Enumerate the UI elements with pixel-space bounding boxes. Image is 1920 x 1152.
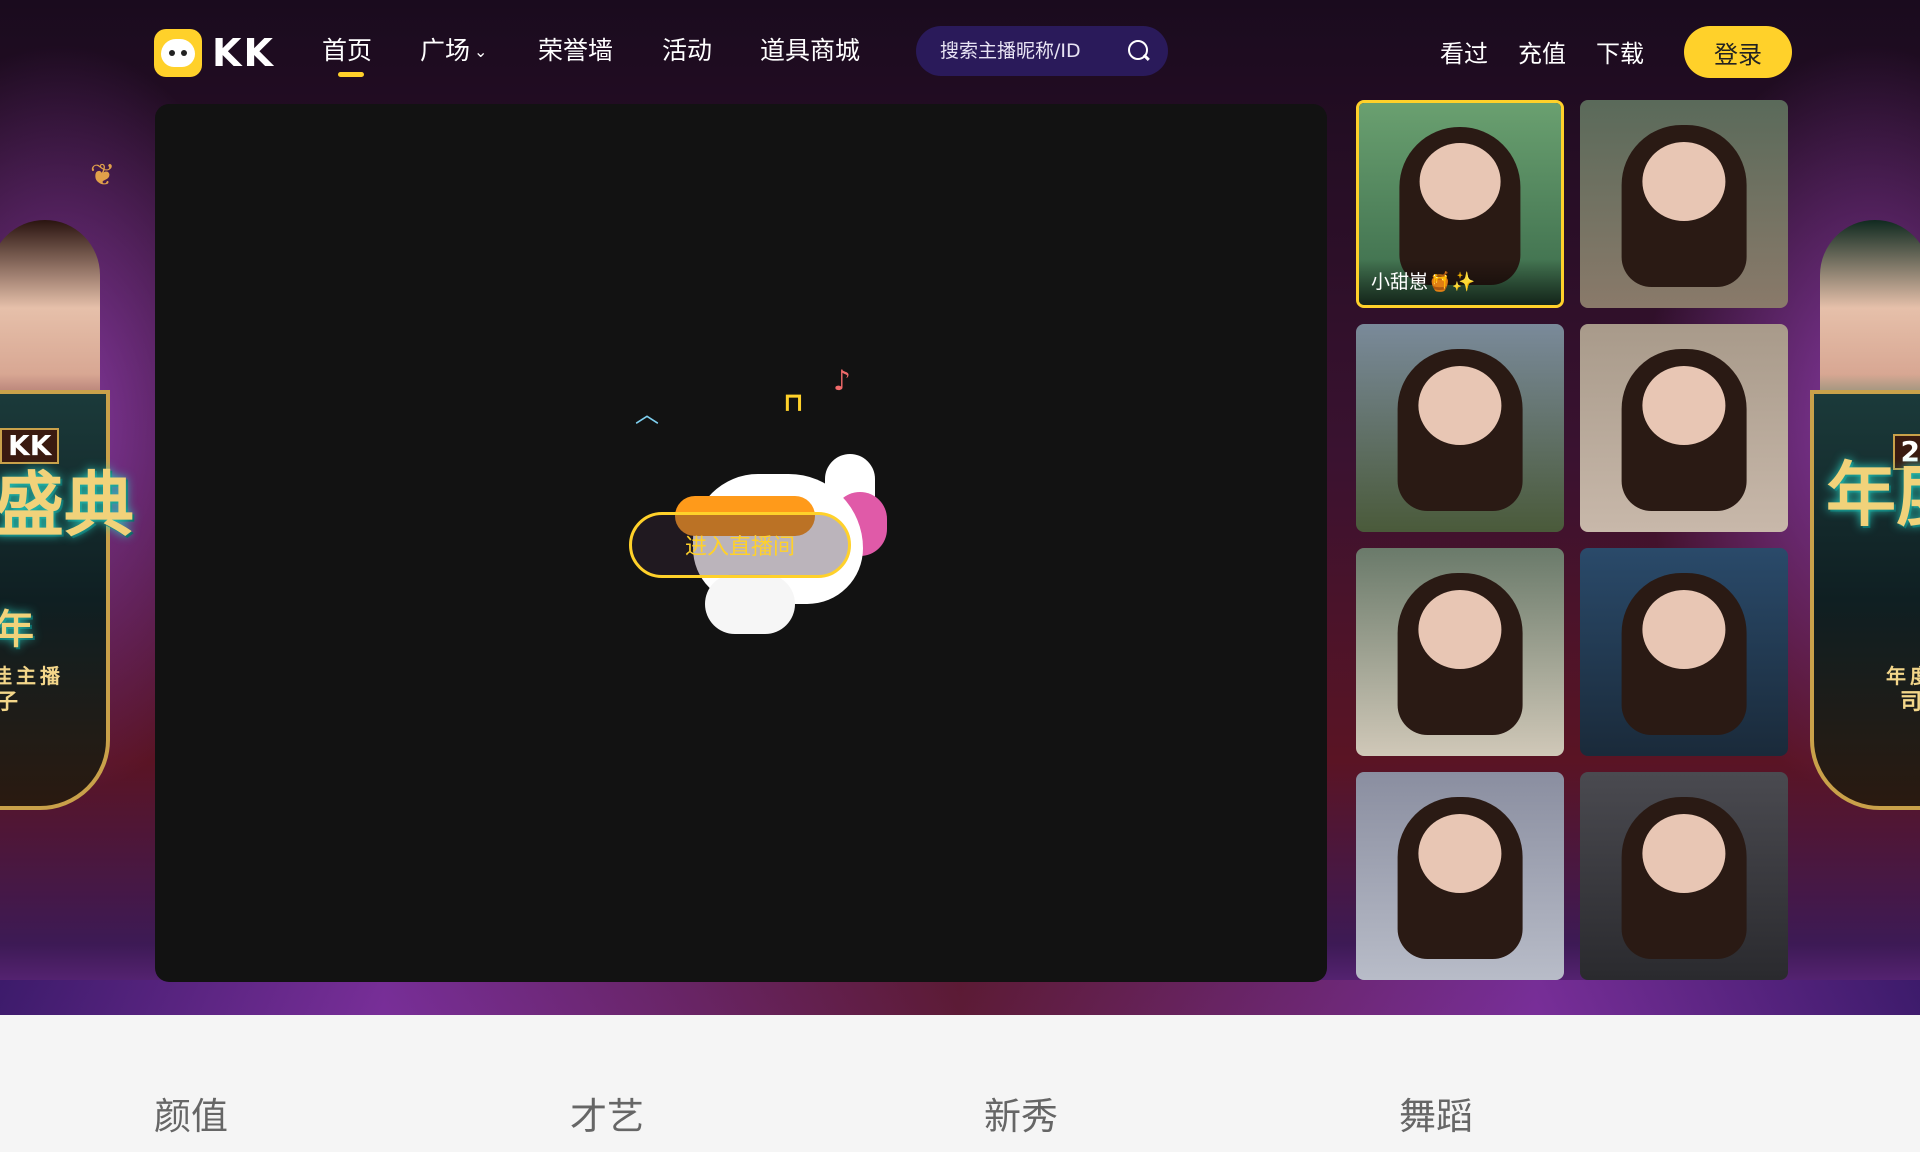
category-dance[interactable]: 舞蹈: [1399, 1086, 1473, 1140]
right-banner-extra: 司: [1899, 690, 1920, 715]
streamer-photo: [1580, 324, 1788, 532]
live-player[interactable]: ︿ ⊓ ♪ 进入直播间: [155, 104, 1327, 982]
category-beauty[interactable]: 颜值: [154, 1086, 228, 1140]
right-banner-caption: 年度: [1886, 664, 1920, 688]
history-link[interactable]: 看过: [1440, 34, 1488, 69]
streamer-name: 小甜崽🍯✨: [1359, 259, 1561, 305]
nav-events[interactable]: 活动: [662, 30, 760, 76]
streamer-thumb[interactable]: [1356, 548, 1564, 756]
nav-square[interactable]: 广场 ⌄: [420, 30, 538, 76]
nav-honor-wall[interactable]: 荣誉墙: [538, 30, 662, 76]
streamer-photo: [1580, 772, 1788, 980]
nav-item-mall[interactable]: 道具商城: [760, 30, 900, 76]
kk-logo[interactable]: KK: [154, 28, 278, 78]
left-event-banner[interactable]: KK 盛典 年 佳主播 子: [0, 190, 150, 830]
streamer-thumb[interactable]: [1580, 100, 1788, 308]
top-header: KK 首页 广场⌄ 荣誉墙 活动 道具商城 看过 充值 下载 登录: [0, 0, 1920, 104]
recharge-link[interactable]: 充值: [1518, 34, 1566, 69]
streamer-thumb[interactable]: 小甜崽🍯✨: [1356, 100, 1564, 308]
search-icon[interactable]: [1128, 40, 1150, 62]
streamer-photo: [1580, 548, 1788, 756]
category-talent[interactable]: 才艺: [570, 1086, 644, 1140]
hero-bottom-strip: [0, 980, 1920, 1015]
download-link[interactable]: 下载: [1596, 34, 1644, 69]
left-banner-extra: 子: [0, 690, 23, 715]
streamer-photo: [1580, 100, 1788, 308]
main-nav: 首页 广场 ⌄ 荣誉墙 活动 道具商城: [322, 30, 900, 77]
right-event-banner[interactable]: 2 年度 年度 司: [1770, 190, 1920, 830]
category-newcomer[interactable]: 新秀: [984, 1086, 1058, 1140]
left-banner-caption: 佳主播: [0, 664, 64, 688]
nav-home[interactable]: 首页: [322, 30, 420, 77]
music-note-icon: ♪: [833, 364, 851, 397]
streamer-thumb[interactable]: [1580, 324, 1788, 532]
music-note-icon: ⊓: [783, 388, 804, 418]
streamer-thumb[interactable]: [1580, 548, 1788, 756]
loading-mascot: ︿ ⊓ ♪: [635, 364, 895, 634]
enter-live-room-button[interactable]: 进入直播间: [629, 512, 851, 578]
streamer-thumbnail-grid: 小甜崽🍯✨: [1356, 100, 1788, 984]
search-input[interactable]: [938, 39, 1122, 63]
left-banner-logo: KK: [0, 428, 60, 464]
music-note-icon: ︿: [635, 400, 659, 428]
login-button[interactable]: 登录: [1684, 26, 1792, 78]
streamer-photo: [1356, 772, 1564, 980]
kk-mascot-icon: [154, 29, 202, 77]
chevron-down-icon: ⌄: [474, 42, 488, 61]
streamer-thumb[interactable]: [1580, 772, 1788, 980]
streamer-thumb[interactable]: [1356, 324, 1564, 532]
header-links: 看过 充值 下载: [1440, 34, 1644, 69]
logo-text: KK: [212, 31, 275, 75]
butterfly-icon: ❦: [90, 158, 116, 193]
streamer-photo: [1356, 324, 1564, 532]
streamer-thumb[interactable]: [1356, 772, 1564, 980]
left-banner-title: 盛典: [0, 464, 134, 546]
right-banner-title: 年度: [1826, 454, 1920, 536]
streamer-photo: [1356, 548, 1564, 756]
left-banner-subtitle: 年: [0, 607, 34, 653]
search-box: [916, 26, 1168, 76]
category-tabs: 颜值 才艺 新秀 舞蹈: [154, 1086, 1754, 1146]
